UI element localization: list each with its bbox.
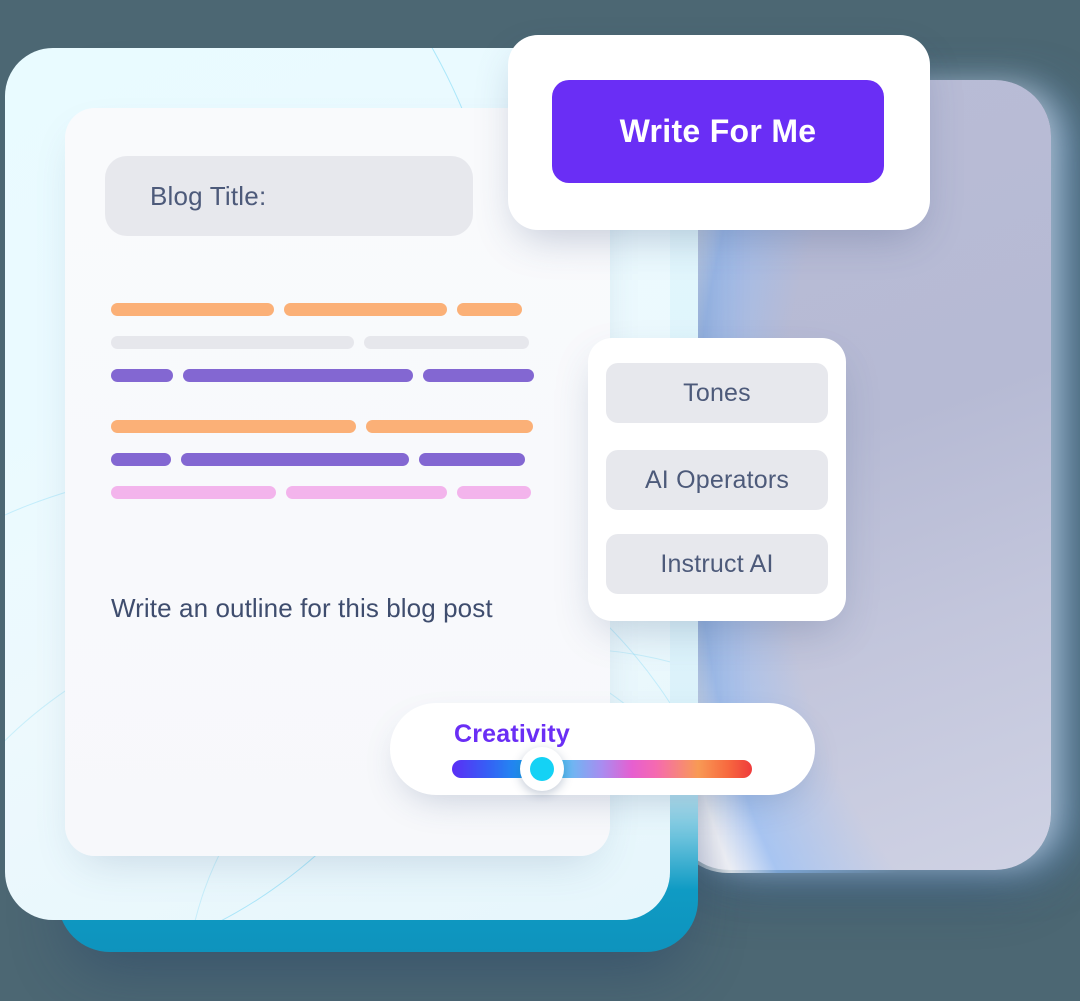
skeleton-row [111, 420, 551, 433]
skeleton-bar [286, 486, 447, 499]
skeleton-bar [111, 369, 173, 382]
skeleton-bar [457, 303, 522, 316]
prompt-text: Write an outline for this blog post [111, 593, 493, 623]
option-button-tones[interactable]: Tones [606, 363, 828, 423]
content-skeleton [111, 303, 551, 499]
blog-title-input[interactable]: Blog Title: [105, 156, 473, 236]
skeleton-bar [111, 336, 354, 349]
skeleton-bar [364, 336, 529, 349]
skeleton-bar [423, 369, 534, 382]
option-button-ai-operators[interactable]: AI Operators [606, 450, 828, 510]
skeleton-bar [111, 303, 274, 316]
illustration-stage: Blog Title: Write an outline for this bl… [0, 0, 1080, 1001]
skeleton-bar [111, 486, 276, 499]
skeleton-row [111, 486, 551, 499]
skeleton-bar [111, 453, 171, 466]
skeleton-bar [457, 486, 531, 499]
blog-title-label: Blog Title: [150, 180, 267, 211]
option-button-instruct-ai[interactable]: Instruct AI [606, 534, 828, 594]
creativity-card: Creativity [390, 703, 815, 795]
creativity-slider-thumb[interactable] [520, 747, 564, 791]
skeleton-bar [366, 420, 533, 433]
skeleton-row [111, 336, 551, 349]
skeleton-row [111, 453, 551, 466]
creativity-label: Creativity [454, 720, 570, 748]
skeleton-bar [111, 420, 356, 433]
skeleton-bar [181, 453, 409, 466]
skeleton-bar [284, 303, 447, 316]
write-for-me-card: Write For Me [508, 35, 930, 230]
skeleton-bar [183, 369, 413, 382]
skeleton-bar [419, 453, 525, 466]
skeleton-row [111, 303, 551, 316]
slider-thumb-dot-icon [530, 757, 554, 781]
ai-options-card: Tones AI Operators Instruct AI [588, 338, 846, 621]
creativity-slider-track[interactable] [452, 760, 752, 778]
write-for-me-button[interactable]: Write For Me [552, 80, 884, 183]
skeleton-row [111, 369, 551, 382]
